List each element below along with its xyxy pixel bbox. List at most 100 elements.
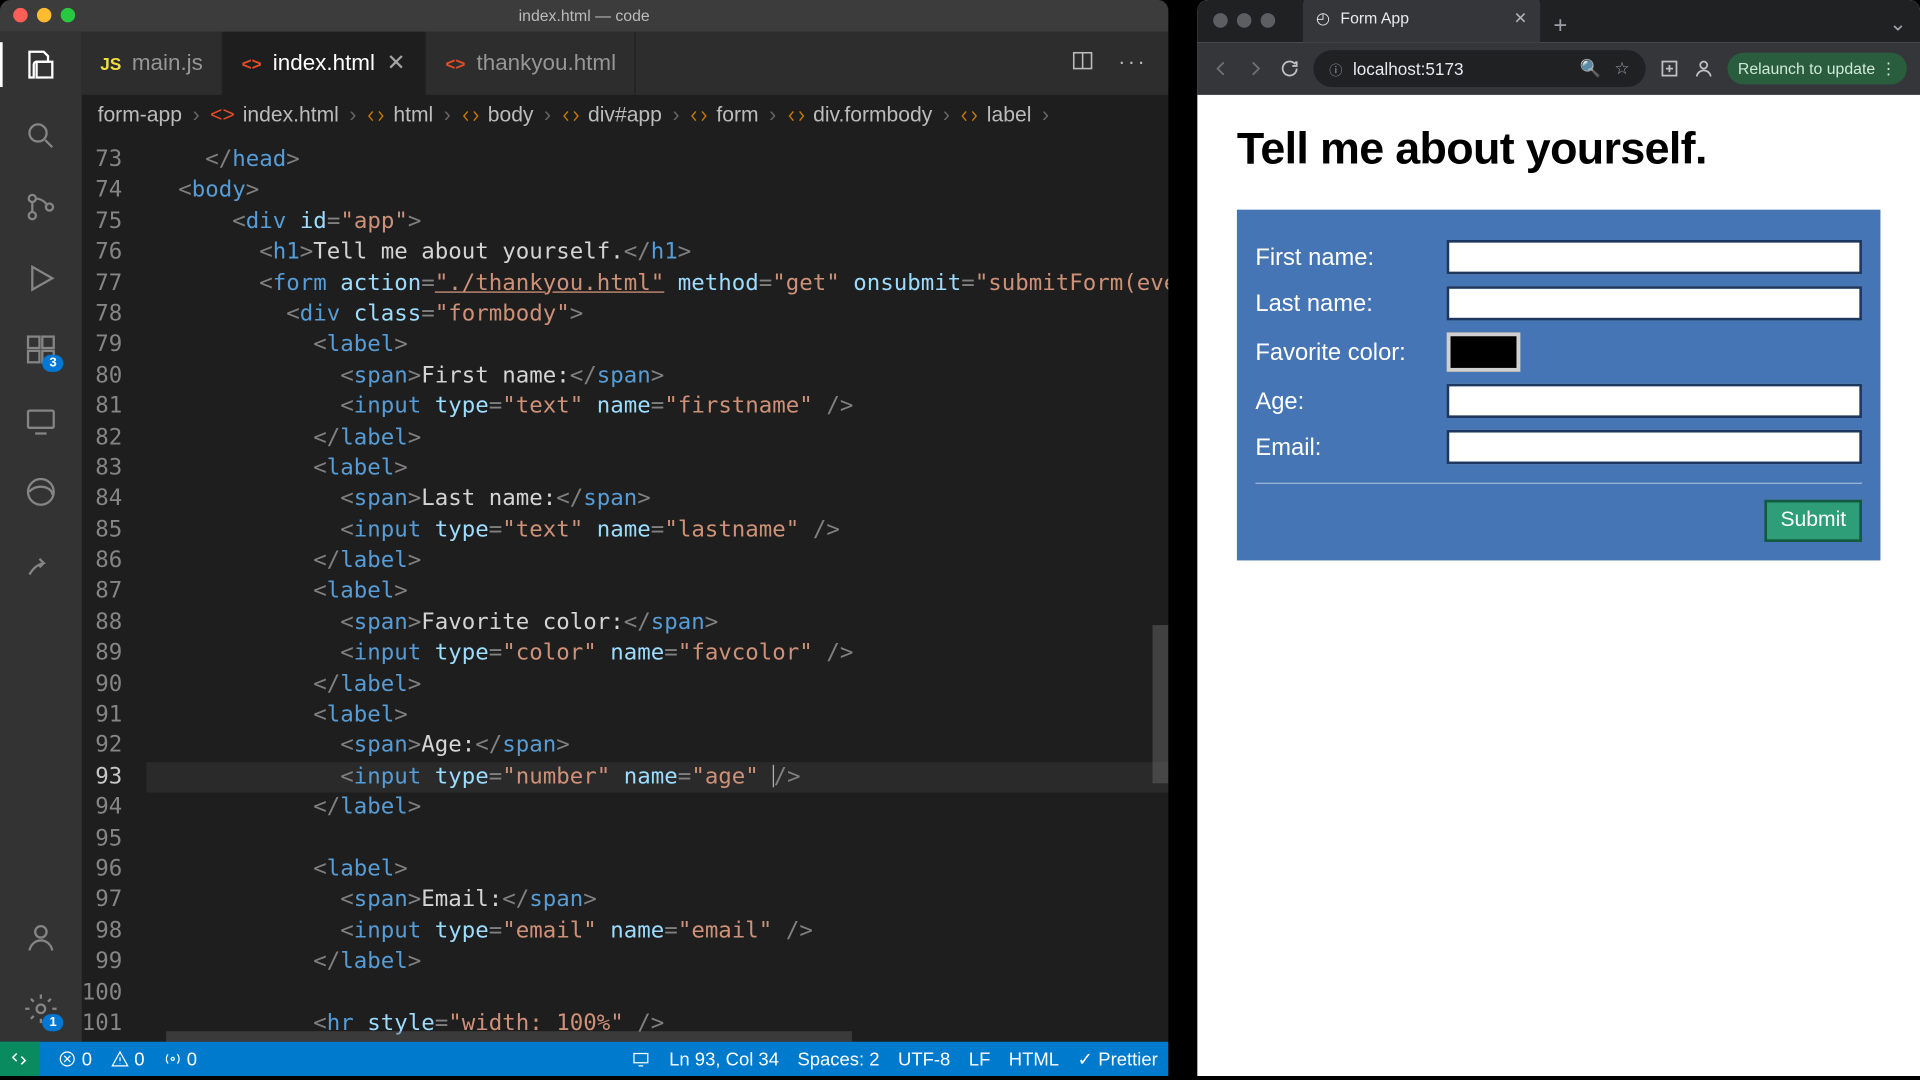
maximize-window-icon[interactable] xyxy=(61,8,76,23)
page-heading: Tell me about yourself. xyxy=(1237,124,1881,175)
screencast-icon[interactable] xyxy=(632,1050,650,1068)
profile-icon[interactable] xyxy=(1693,58,1714,79)
breadcrumb-item[interactable]: form xyxy=(690,104,759,128)
window-controls xyxy=(1213,13,1275,28)
breadcrumbs[interactable]: form-app› <>index.html› html› body› div#… xyxy=(82,95,1169,137)
breadcrumb-item[interactable]: html xyxy=(367,104,433,128)
source-control-icon[interactable] xyxy=(24,190,58,224)
split-editor-icon[interactable] xyxy=(1071,48,1095,78)
field-label: First name: xyxy=(1255,243,1446,271)
field-label: Age: xyxy=(1255,387,1446,415)
star-icon[interactable]: ☆ xyxy=(1614,58,1629,79)
spaces-indicator[interactable]: Spaces: 2 xyxy=(797,1048,879,1069)
relaunch-button[interactable]: Relaunch to update ⋮ xyxy=(1727,53,1906,85)
errors-count[interactable]: 0 xyxy=(58,1048,92,1069)
editor-column: JS main.js <> index.html ✕ <> thankyou.h… xyxy=(82,32,1169,1042)
browser-toolbar: ⓘ localhost:5173 🔍 ☆ Relaunch to update … xyxy=(1197,42,1920,95)
field-label: Last name: xyxy=(1255,289,1446,317)
breadcrumb-item[interactable]: form-app xyxy=(98,104,182,128)
field-label: Favorite color: xyxy=(1255,338,1446,366)
debug-icon[interactable] xyxy=(24,261,58,295)
age-input[interactable] xyxy=(1447,384,1862,418)
status-bar: 0 0 0 Ln 93, Col 34 Spaces: 2 UTF-8 LF H… xyxy=(0,1042,1168,1076)
breadcrumb-item[interactable]: body xyxy=(461,104,533,128)
html-file-icon: <> xyxy=(445,53,466,74)
vscode-titlebar: index.html — code xyxy=(0,0,1168,32)
search-icon[interactable] xyxy=(24,119,58,153)
reload-icon[interactable] xyxy=(1279,58,1300,79)
form-row-firstname: First name: xyxy=(1255,240,1862,274)
tab-menu-icon[interactable]: ⌄ xyxy=(1889,11,1907,37)
install-icon[interactable] xyxy=(1659,58,1680,79)
line-gutter: 7374757677787980818283848586878889909192… xyxy=(82,137,146,1042)
close-tab-icon[interactable]: ✕ xyxy=(1514,9,1527,27)
tab-thankyou-html[interactable]: <> thankyou.html xyxy=(426,32,635,95)
eol-indicator[interactable]: LF xyxy=(969,1048,991,1069)
browser-tab-strip: ◴ Form App ✕ + ⌄ xyxy=(1197,0,1920,42)
form-row-email: Email: xyxy=(1255,430,1862,464)
prettier-indicator[interactable]: ✓ Prettier xyxy=(1078,1048,1158,1070)
extensions-badge: 3 xyxy=(43,355,64,372)
favcolor-input[interactable] xyxy=(1447,332,1521,372)
code-editor[interactable]: 7374757677787980818283848586878889909192… xyxy=(82,137,1169,1042)
vertical-scrollbar[interactable] xyxy=(1153,625,1169,783)
extensions-icon[interactable]: 3 xyxy=(24,332,58,366)
form-container: First name: Last name: Favorite color: A… xyxy=(1237,210,1881,561)
breadcrumb-item[interactable]: <>index.html xyxy=(210,104,339,128)
page-content: Tell me about yourself. First name: Last… xyxy=(1197,95,1920,1076)
window-title: index.html — code xyxy=(519,7,650,25)
activity-bar: 3 1 xyxy=(0,32,82,1042)
cursor-position[interactable]: Ln 93, Col 34 xyxy=(669,1048,779,1069)
tab-title: Form App xyxy=(1340,9,1409,27)
browser-window: ◴ Form App ✕ + ⌄ ⓘ localhost:5173 🔍 ☆ xyxy=(1197,0,1920,1076)
breadcrumb-item[interactable]: div#app xyxy=(562,104,662,128)
forward-icon[interactable] xyxy=(1245,58,1266,79)
minimize-window-icon[interactable] xyxy=(37,8,52,23)
settings-badge: 1 xyxy=(43,1014,64,1031)
tab-main-js[interactable]: JS main.js xyxy=(82,32,223,95)
accounts-icon[interactable] xyxy=(24,920,58,954)
lastname-input[interactable] xyxy=(1447,286,1862,320)
tab-index-html[interactable]: <> index.html ✕ xyxy=(223,32,427,95)
encoding-indicator[interactable]: UTF-8 xyxy=(898,1048,950,1069)
breadcrumb-item[interactable]: div.formbody xyxy=(787,104,933,128)
close-tab-icon[interactable]: ✕ xyxy=(386,50,407,76)
address-bar[interactable]: ⓘ localhost:5173 🔍 ☆ xyxy=(1313,50,1645,87)
maximize-window-icon[interactable] xyxy=(1261,13,1276,28)
close-window-icon[interactable] xyxy=(1213,13,1228,28)
vscode-window: index.html — code 3 1 xyxy=(0,0,1168,1076)
submit-button[interactable]: Submit xyxy=(1765,500,1862,542)
zoom-icon[interactable]: 🔍 xyxy=(1580,58,1601,79)
code-content[interactable]: </head> <body> <div id="app"> <h1>Tell m… xyxy=(146,137,1168,1042)
field-label: Email: xyxy=(1255,433,1446,461)
browser-tab[interactable]: ◴ Form App ✕ xyxy=(1303,0,1540,42)
site-info-icon[interactable]: ⓘ xyxy=(1329,59,1342,79)
live-share-icon[interactable] xyxy=(24,546,58,580)
remote-explorer-icon[interactable] xyxy=(24,404,58,438)
tab-label: thankyou.html xyxy=(476,50,616,76)
horizontal-scrollbar[interactable] xyxy=(166,1031,852,1042)
more-actions-icon[interactable]: ··· xyxy=(1118,51,1147,75)
remote-indicator[interactable] xyxy=(0,1042,40,1076)
email-input[interactable] xyxy=(1447,430,1862,464)
settings-icon[interactable]: 1 xyxy=(24,992,58,1026)
window-controls xyxy=(13,8,75,23)
form-row-color: Favorite color: xyxy=(1255,332,1862,372)
tab-label: main.js xyxy=(132,50,203,76)
new-tab-button[interactable]: + xyxy=(1553,12,1567,40)
tab-label: index.html xyxy=(273,50,375,76)
warnings-count[interactable]: 0 xyxy=(111,1048,145,1069)
minimize-window-icon[interactable] xyxy=(1237,13,1252,28)
back-icon[interactable] xyxy=(1211,58,1232,79)
edge-icon[interactable] xyxy=(24,475,58,509)
firstname-input[interactable] xyxy=(1447,240,1862,274)
explorer-icon[interactable] xyxy=(24,47,58,81)
form-row-age: Age: xyxy=(1255,384,1862,418)
tab-bar: JS main.js <> index.html ✕ <> thankyou.h… xyxy=(82,32,1169,95)
js-file-icon: JS xyxy=(100,53,121,74)
globe-icon: ◴ xyxy=(1316,9,1330,27)
language-indicator[interactable]: HTML xyxy=(1009,1048,1059,1069)
radio-count[interactable]: 0 xyxy=(163,1048,197,1069)
close-window-icon[interactable] xyxy=(13,8,28,23)
breadcrumb-item[interactable]: label xyxy=(960,104,1031,128)
